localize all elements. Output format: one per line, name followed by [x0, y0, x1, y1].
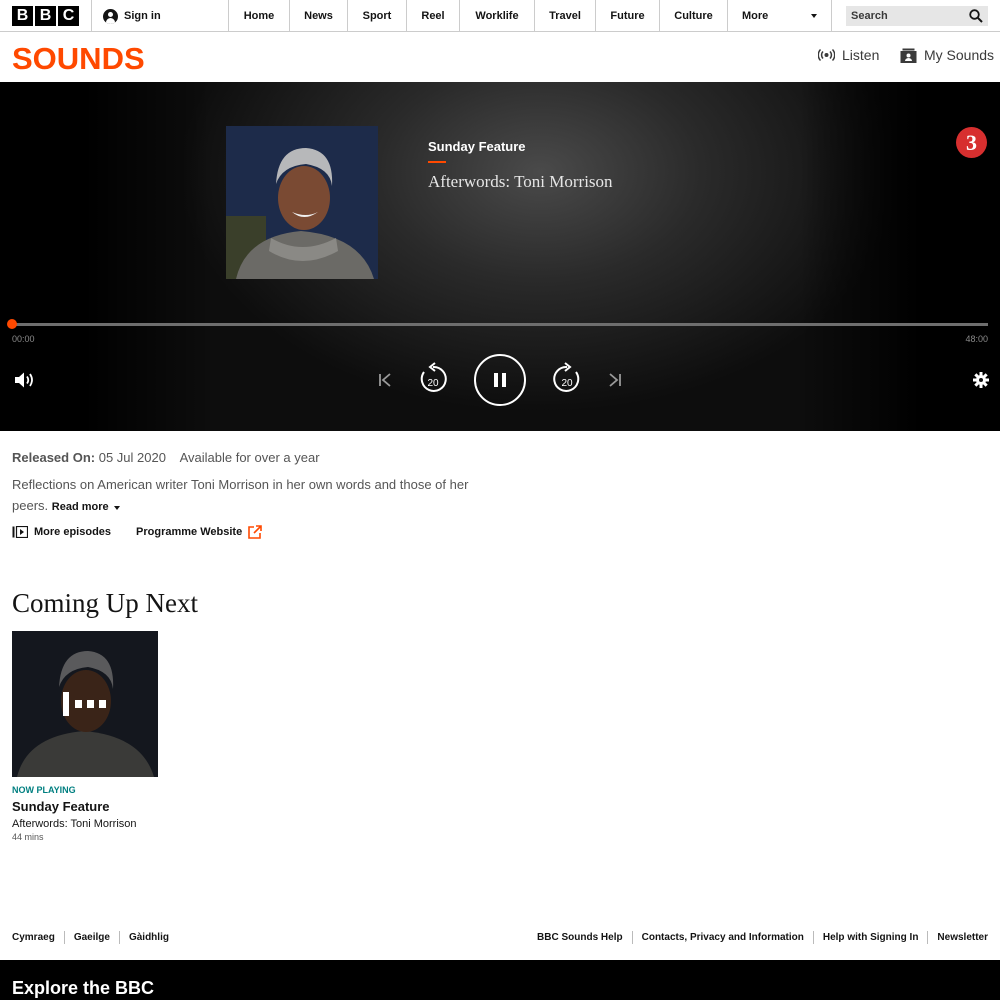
gear-icon [973, 372, 989, 388]
footer-link-sounds-help[interactable]: BBC Sounds Help [537, 931, 632, 944]
nav-divider [91, 0, 92, 32]
now-playing-icon [63, 692, 106, 716]
bbc-logo[interactable]: B B C [12, 6, 79, 26]
search-icon[interactable] [969, 9, 983, 23]
footer-links: Cymraeg Gaeilge Gàidhlig BBC Sounds Help… [0, 931, 1000, 945]
nav-link-news[interactable]: News [289, 0, 347, 32]
footer-link-cymraeg[interactable]: Cymraeg [12, 931, 64, 944]
audio-player: Sunday Feature Afterwords: Toni Morrison… [0, 82, 1000, 431]
my-sounds-label: My Sounds [924, 47, 995, 63]
bbc-logo-letter: C [58, 6, 79, 26]
broadcast-icon [818, 48, 835, 62]
help-links: BBC Sounds Help Contacts, Privacy and In… [537, 931, 988, 944]
nav-link-worklife[interactable]: Worklife [459, 0, 534, 32]
volume-button[interactable] [14, 371, 36, 389]
now-playing-label: NOW PLAYING [12, 785, 76, 795]
footer-link-contacts-privacy[interactable]: Contacts, Privacy and Information [631, 931, 813, 944]
programme-website-link[interactable]: Programme Website [136, 525, 263, 539]
pause-icon [494, 373, 506, 387]
up-next-thumbnail[interactable] [12, 631, 158, 777]
read-more-label: Read more [51, 501, 109, 513]
skip-next-icon [609, 373, 621, 387]
explore-the-bbc-banner[interactable]: Explore the BBC [0, 960, 1000, 1000]
coming-up-next-heading: Coming Up Next [12, 588, 198, 618]
episode-title: Afterwords: Toni Morrison [428, 172, 613, 191]
footer-link-gaidhlig[interactable]: Gàidhlig [118, 931, 178, 944]
nav-more-label: More [742, 10, 769, 22]
account-icon [103, 8, 118, 24]
forward-seconds: 20 [561, 378, 573, 389]
my-sounds-link[interactable]: My Sounds [900, 47, 994, 63]
availability-text: Available for over a year [179, 450, 320, 465]
programme-website-label: Programme Website [136, 526, 243, 538]
nav-more-menu[interactable]: More [727, 0, 832, 32]
nav-links: Home News Sport Reel Worklife Travel Fut… [228, 0, 832, 32]
volume-icon [15, 372, 33, 388]
read-more-button[interactable]: Read more [52, 497, 120, 518]
footer-link-signin-help[interactable]: Help with Signing In [812, 931, 928, 944]
nav-link-sport[interactable]: Sport [347, 0, 406, 32]
episodes-list-icon [12, 526, 28, 538]
language-links: Cymraeg Gaeilge Gàidhlig [12, 931, 178, 944]
release-info: Released On: 05 Jul 2020 Available for o… [12, 450, 320, 465]
rewind-seconds: 20 [427, 378, 439, 389]
fast-forward-button[interactable]: 20 [550, 362, 584, 396]
nav-link-future[interactable]: Future [595, 0, 659, 32]
listen-link[interactable]: Listen [818, 47, 879, 63]
released-label: Released On: [12, 450, 96, 465]
sounds-header: SOUNDS Listen My Sounds [0, 33, 1000, 82]
more-episodes-label: More episodes [34, 526, 112, 538]
episode-synopsis: Reflections on American writer Toni Morr… [12, 474, 492, 518]
up-next-duration: 44 mins [12, 832, 44, 842]
up-next-programme[interactable]: Sunday Feature [12, 799, 158, 814]
nav-link-home[interactable]: Home [228, 0, 289, 32]
skip-previous-icon [379, 373, 391, 387]
episode-artwork [226, 126, 378, 279]
bbc-logo-letter: B [12, 6, 33, 26]
nav-link-culture[interactable]: Culture [659, 0, 727, 32]
total-duration: 48:00 [965, 334, 988, 344]
footer-link-newsletter[interactable]: Newsletter [927, 931, 988, 944]
settings-button[interactable] [972, 371, 990, 389]
pause-button[interactable] [474, 354, 526, 406]
search-input[interactable]: Search [846, 6, 988, 26]
up-next-episode: Afterwords: Toni Morrison [12, 818, 137, 830]
next-button[interactable] [607, 372, 623, 388]
listen-label: Listen [842, 47, 880, 63]
title-accent-line [428, 161, 446, 163]
search-placeholder: Search [851, 10, 888, 22]
artwork-portrait [226, 126, 378, 279]
more-episodes-link[interactable]: More episodes [12, 526, 111, 538]
elapsed-time: 00:00 [12, 334, 35, 344]
seek-bar[interactable] [12, 323, 988, 326]
sign-in-link[interactable]: Sign in [103, 0, 161, 32]
radio3-logo[interactable]: 3 [956, 127, 987, 158]
caret-down-icon [113, 505, 120, 510]
sounds-logo[interactable]: SOUNDS [12, 41, 145, 77]
sign-in-label: Sign in [124, 10, 161, 22]
programme-title[interactable]: Sunday Feature [428, 139, 526, 154]
episode-links: More episodes Programme Website [12, 525, 263, 539]
nav-link-reel[interactable]: Reel [406, 0, 459, 32]
external-link-icon [248, 525, 263, 539]
bbc-global-nav: B B C Sign in Home News Sport Reel Workl… [0, 0, 1000, 32]
my-sounds-icon [900, 48, 917, 63]
caret-down-icon [811, 14, 817, 18]
footer-link-gaeilge[interactable]: Gaeilge [63, 931, 119, 944]
station-badge-number: 3 [966, 129, 977, 155]
seek-handle[interactable] [7, 319, 17, 329]
up-next-card[interactable]: NOW PLAYING Sunday Feature Afterwords: T… [12, 631, 158, 842]
nav-link-travel[interactable]: Travel [534, 0, 595, 32]
forward-20-icon: 20 [553, 362, 580, 392]
bbc-logo-letter: B [35, 6, 56, 26]
rewind-20-icon: 20 [420, 362, 447, 392]
previous-button[interactable] [377, 372, 393, 388]
released-date: 05 Jul 2020 [98, 450, 166, 465]
rewind-button[interactable]: 20 [416, 362, 450, 396]
